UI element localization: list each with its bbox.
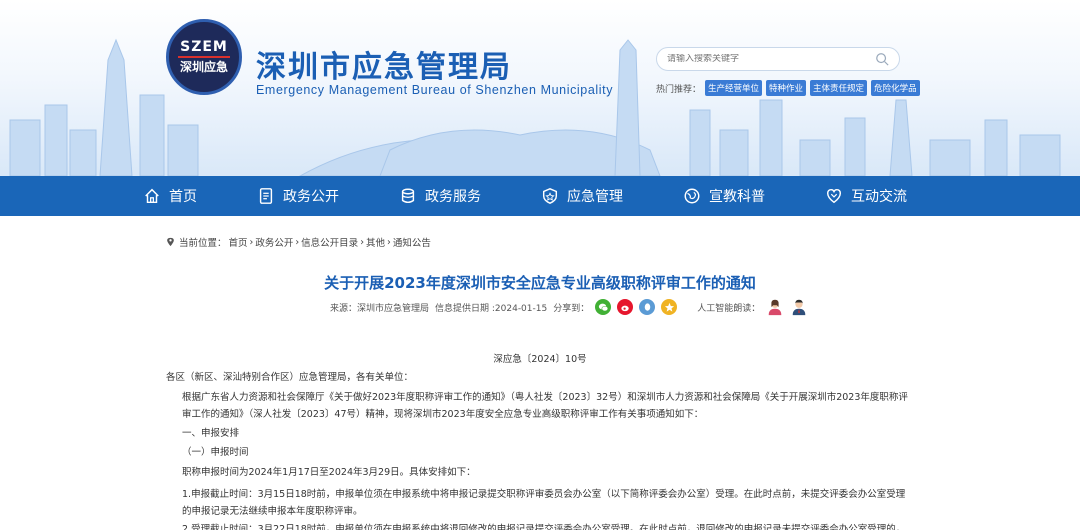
logo-text: 深圳应急 (179, 60, 228, 74)
breadcrumb-link[interactable]: 首页 (229, 235, 248, 249)
breadcrumb-separator: › (295, 236, 300, 248)
male-voice-avatar-icon[interactable] (790, 298, 808, 316)
ai-read-label: 人工智能朗读： (697, 303, 761, 314)
breadcrumb-separator: › (387, 236, 391, 248)
globe-icon (684, 188, 700, 204)
nav-item-gov-service[interactable]: 政务服务 (369, 176, 511, 216)
nav-item-interaction[interactable]: 互动交流 (795, 176, 937, 216)
nav-item-label: 宣教科普 (709, 189, 765, 205)
search-input[interactable] (667, 54, 875, 64)
main-nav: 首页 政务公开 政务服务 应急管理 宣教科普 互动交流 (0, 176, 1080, 216)
hot-tag[interactable]: 危险化学品 (871, 80, 920, 96)
section-heading: 一、申报安排 (182, 428, 240, 439)
search-icon[interactable] (875, 52, 889, 66)
document-icon (259, 188, 273, 204)
hot-tag[interactable]: 生产经营单位 (705, 80, 763, 96)
nav-item-gov-open[interactable]: 政务公开 (227, 176, 369, 216)
article-source: 来源：深圳市应急管理局 (330, 303, 430, 314)
header-banner: SZEM 深圳应急 深圳市应急管理局 Emergency Management … (0, 0, 1080, 176)
wechat-share-icon[interactable] (595, 299, 612, 315)
service-icon (401, 188, 415, 204)
document-number: 深应急〔2024〕10号 (493, 354, 587, 365)
breadcrumb-link[interactable]: 其他 (366, 235, 385, 249)
nav-item-home[interactable]: 首页 (143, 176, 227, 216)
article-paragraph: 1.申报截止时间：3月15日18时前，申报单位须在申报系统中将申报记录提交职称评… (182, 489, 906, 517)
article-greeting: 各区（新区、深汕特别合作区）应急管理局，各有关单位： (166, 372, 414, 383)
weibo-share-icon[interactable] (617, 299, 634, 315)
site-title: 深圳市应急管理局 (256, 50, 512, 85)
location-pin-icon (167, 237, 174, 247)
breadcrumb-separator: › (360, 236, 364, 248)
nav-item-label: 应急管理 (567, 189, 623, 205)
search-box (656, 47, 900, 71)
share-label: 分享到： (553, 303, 590, 314)
breadcrumb-separator: › (249, 236, 254, 248)
logo-mark: SZEM (180, 39, 228, 55)
chat-icon (826, 188, 842, 204)
breadcrumb-link[interactable]: 信息公开目录 (301, 235, 358, 249)
hot-recommend-row: 热门推荐： 生产经营单位 特种作业 主体责任规定 危险化学品 (656, 80, 920, 96)
female-voice-avatar-icon[interactable] (766, 298, 784, 316)
article-paragraph: 2.受理截止时间：3月22日18时前，申报单位须在申报系统中将退回修改的申报记录… (182, 524, 906, 530)
home-icon (145, 188, 159, 204)
hot-recommend-label: 热门推荐： (656, 84, 702, 95)
article-date: 信息提供日期 :2024-01-15 (435, 303, 548, 314)
nav-item-label: 互动交流 (851, 189, 907, 205)
hot-tag[interactable]: 主体责任规定 (810, 80, 868, 96)
nav-item-label: 政务服务 (425, 189, 481, 205)
article-title: 关于开展2023年度深圳市安全应急专业高级职称评审工作的通知 (324, 274, 756, 292)
logo-divider (178, 56, 230, 58)
article-paragraph: 职称申报时间为2024年1月17日至2024年3月29日。具体安排如下： (182, 467, 476, 478)
subsection-heading: （一）申报时间 (182, 447, 249, 458)
nav-item-label: 政务公开 (283, 189, 339, 205)
breadcrumb-link[interactable]: 政务公开 (255, 235, 293, 249)
shield-icon (542, 188, 558, 204)
nav-item-emergency[interactable]: 应急管理 (511, 176, 653, 216)
qq-share-icon[interactable] (639, 299, 656, 315)
qzone-share-icon[interactable] (661, 299, 678, 315)
bureau-logo[interactable]: SZEM 深圳应急 (166, 19, 242, 95)
breadcrumb: 当前位置： 首页 › 政务公开 › 信息公开目录 › 其他 › 通知公告 (166, 235, 431, 249)
nav-item-label: 首页 (169, 189, 197, 205)
nav-item-education[interactable]: 宣教科普 (653, 176, 795, 216)
article-meta: 来源：深圳市应急管理局 信息提供日期 :2024-01-15 分享到： 人工智能… (330, 298, 808, 316)
site-subtitle: Emergency Management Bureau of Shenzhen … (256, 83, 614, 97)
article-intro: 根据广东省人力资源和社会保障厅《关于做好2023年度职称评审工作的通知》（粤人社… (182, 392, 908, 420)
breadcrumb-link[interactable]: 通知公告 (393, 235, 431, 249)
breadcrumb-prefix: 当前位置： (179, 238, 227, 249)
hot-tag[interactable]: 特种作业 (766, 80, 807, 96)
